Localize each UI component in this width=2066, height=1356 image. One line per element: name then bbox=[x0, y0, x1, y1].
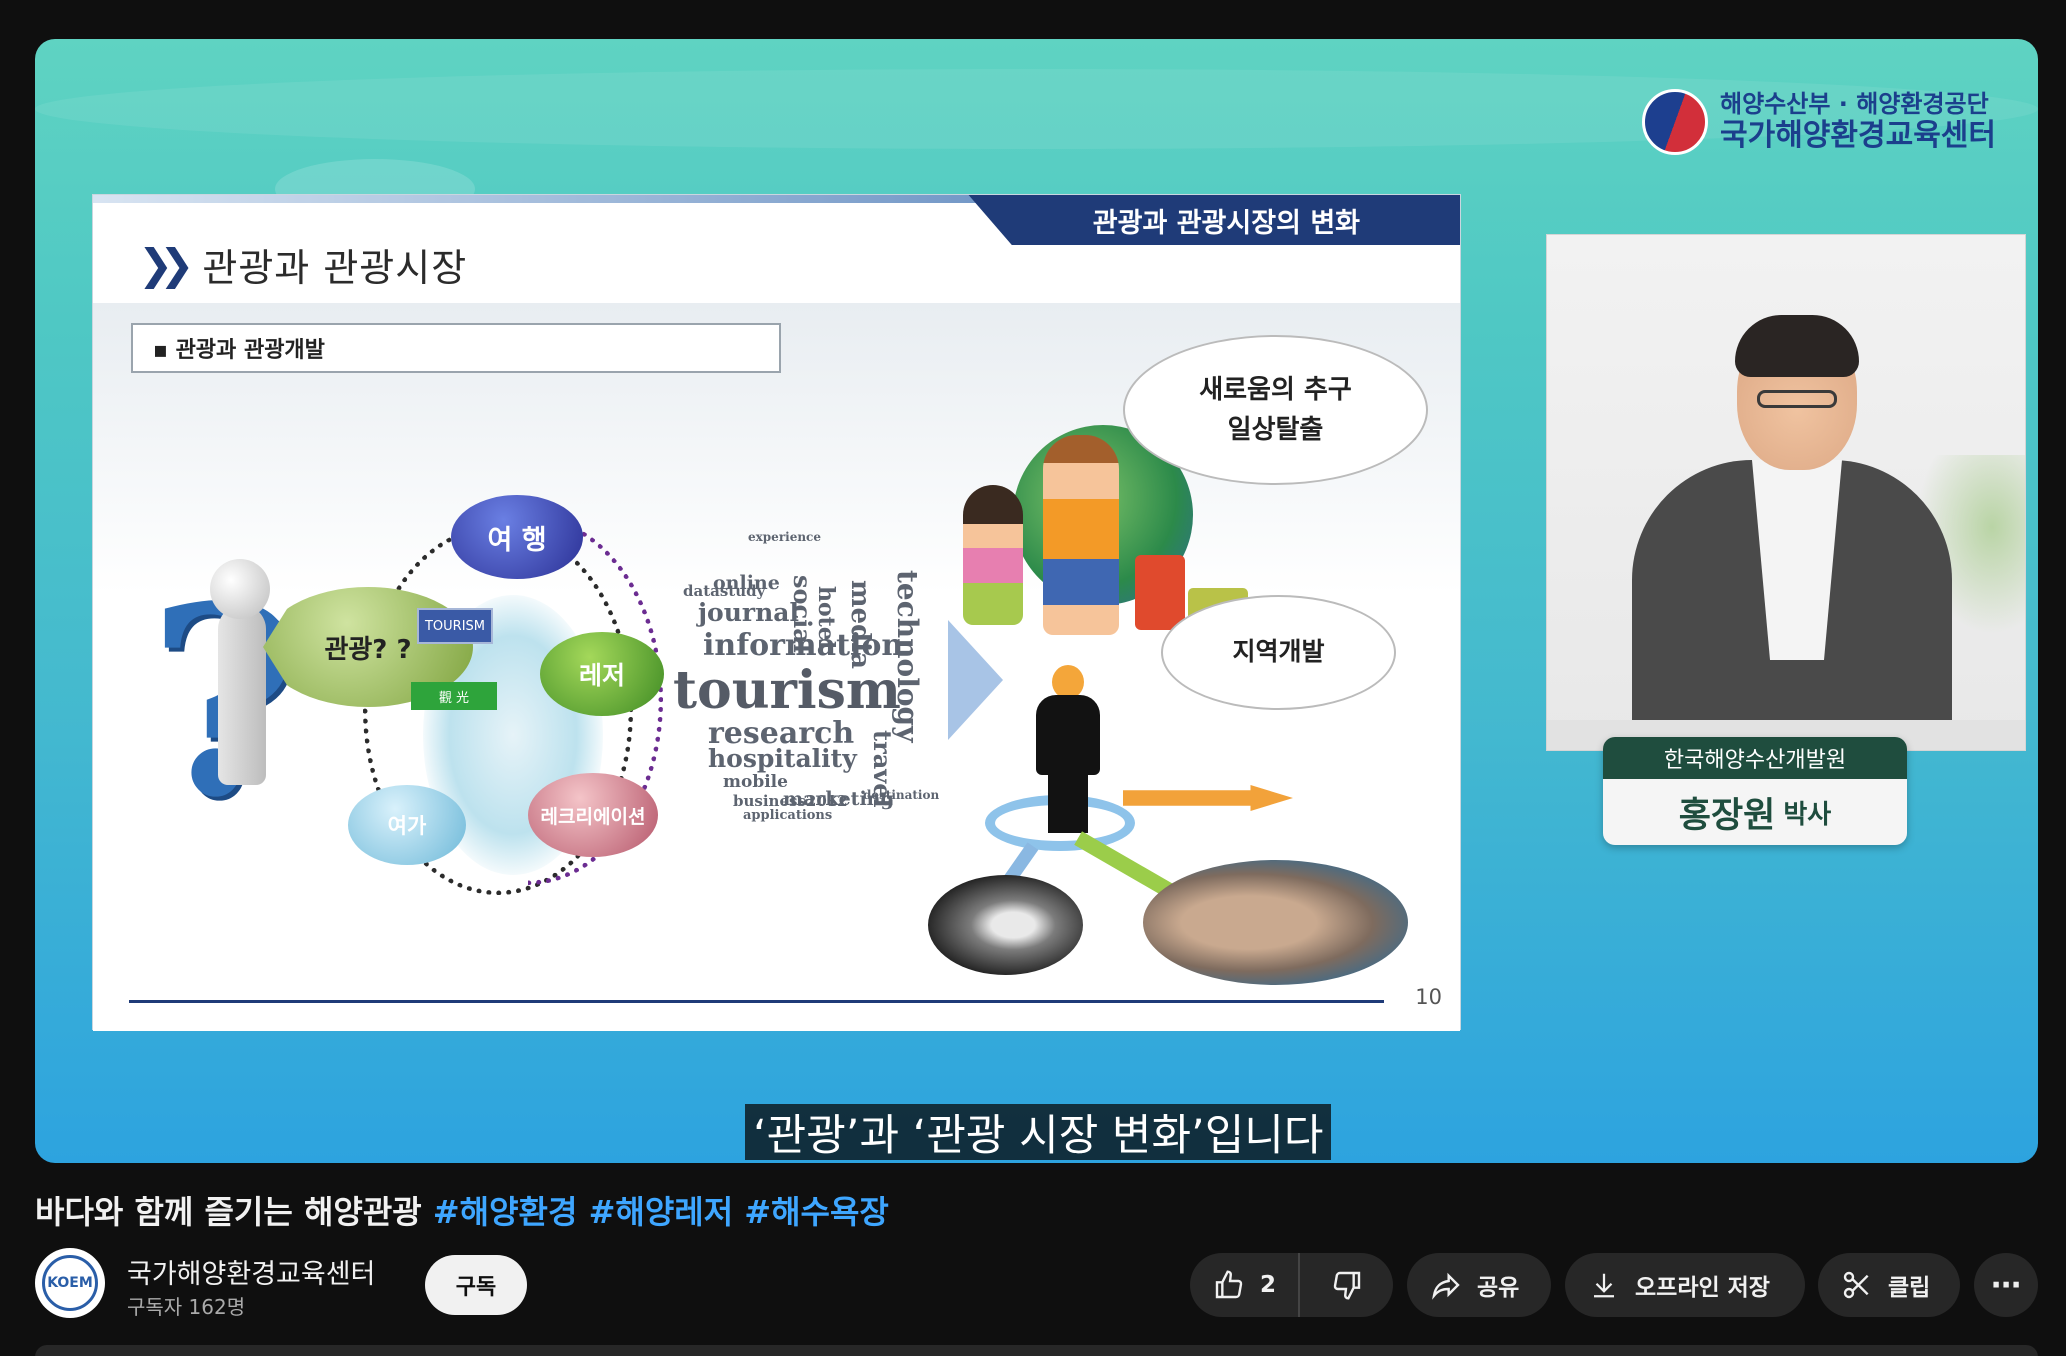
tag-tourism: TOURISM bbox=[417, 608, 493, 644]
channel-avatar-text: KOEM bbox=[42, 1255, 98, 1311]
subtitle-caption: ‘관광’과 ‘관광 시장 변화’입니다 bbox=[745, 1104, 1332, 1161]
download-label: 오프라인 저장 bbox=[1635, 1275, 1770, 1301]
slide-title: 관광과 관광시장 bbox=[202, 246, 468, 290]
video-player[interactable]: 해양수산부 · 해양환경공단 국가해양환경교육센터 관광과 관광시장의 변화 ❯… bbox=[35, 39, 2038, 1163]
lecture-slide: 관광과 관광시장의 변화 ❯❯ 관광과 관광시장 ▪ 관광과 관광개발 ? 관광… bbox=[92, 194, 1461, 1031]
word-cloud-word: tourism bbox=[673, 660, 901, 721]
clip-label: 클립 bbox=[1888, 1275, 1931, 1301]
download-button[interactable]: 오프라인 저장 bbox=[1565, 1253, 1805, 1317]
concept-free-time: 여가 bbox=[348, 785, 466, 865]
slide-tab-title: 관광과 관광시장의 변화 bbox=[968, 195, 1460, 245]
word-cloud-word: media bbox=[845, 580, 875, 669]
presenter-name: 홍장원 bbox=[1678, 795, 1776, 836]
word-cloud-word: journal bbox=[698, 598, 799, 627]
coast-photo bbox=[928, 875, 1083, 975]
presenter-title: 박사 bbox=[1783, 799, 1832, 830]
subscriber-count: 구독자 162명 bbox=[127, 1295, 246, 1319]
presenter-video bbox=[1546, 234, 2026, 751]
sponsor-line1: 해양수산부 · 해양환경공단 bbox=[1720, 89, 1989, 118]
dislike-button[interactable] bbox=[1300, 1253, 1393, 1317]
double-chevron-icon: ❯❯ bbox=[138, 240, 195, 289]
speech-bubble-novelty: 새로움의 추구 일상탈출 bbox=[1123, 335, 1428, 485]
share-arrow-icon bbox=[1429, 1268, 1463, 1302]
businessman-illustration bbox=[1028, 665, 1108, 835]
word-cloud-word: destination bbox=[863, 788, 940, 802]
thumbs-down-icon bbox=[1330, 1268, 1364, 1302]
thumbs-up-icon bbox=[1212, 1268, 1246, 1302]
boy-tourist-illustration bbox=[1043, 435, 1119, 635]
like-button[interactable]: 2 bbox=[1190, 1253, 1300, 1317]
description-panel-edge bbox=[35, 1345, 2038, 1356]
word-cloud: tourism information research hospitality… bbox=[613, 530, 953, 823]
share-label: 공유 bbox=[1477, 1275, 1520, 1301]
presenter-org: 한국해양수산개발원 bbox=[1603, 737, 1907, 779]
sponsor-line2: 국가해양환경교육센터 bbox=[1720, 117, 1996, 153]
government-emblem-icon bbox=[1642, 89, 1708, 155]
channel-name[interactable]: 국가해양환경교육센터 bbox=[127, 1252, 375, 1291]
scissors-icon bbox=[1840, 1268, 1874, 1302]
more-horizontal-icon: ⋯ bbox=[1991, 1267, 2021, 1303]
concept-travel: 여 행 bbox=[451, 495, 583, 579]
word-cloud-word: datastudy bbox=[683, 582, 766, 600]
word-cloud-word: experience bbox=[748, 530, 821, 544]
suitcase-icon bbox=[1135, 555, 1185, 630]
word-cloud-word: applications bbox=[743, 808, 833, 823]
slide-page-number: 10 bbox=[1415, 985, 1442, 1009]
sponsor-logo: 해양수산부 · 해양환경공단 국가해양환경교육센터 bbox=[1642, 87, 1996, 157]
girl-tourist-illustration bbox=[963, 485, 1023, 625]
speech-line: 일상탈출 bbox=[1227, 415, 1324, 445]
channel-avatar[interactable]: KOEM bbox=[35, 1248, 105, 1318]
word-cloud-word: mobile bbox=[723, 772, 788, 792]
presenter-nameplate: 한국해양수산개발원 홍장원 박사 bbox=[1603, 737, 1907, 845]
video-title-text: 바다와 함께 즐기는 해양관광 bbox=[35, 1193, 422, 1231]
like-dislike-group: 2 bbox=[1190, 1253, 1393, 1317]
share-button[interactable]: 공유 bbox=[1407, 1253, 1551, 1317]
more-actions-button[interactable]: ⋯ bbox=[1974, 1253, 2038, 1317]
speech-line: 새로움의 추구 bbox=[1199, 374, 1352, 405]
speech-bubble-development: 지역개발 bbox=[1161, 595, 1396, 710]
subscribe-button[interactable]: 구독 bbox=[425, 1255, 527, 1315]
thinking-figure-icon bbox=[210, 559, 270, 785]
download-icon bbox=[1587, 1268, 1621, 1302]
tag-gwan: 觀 光 bbox=[411, 682, 497, 710]
word-cloud-word: technology bbox=[891, 570, 924, 743]
word-cloud-word: hospitality bbox=[708, 744, 857, 773]
hashtag-link[interactable]: #해수욕장 bbox=[744, 1193, 889, 1231]
video-title: 바다와 함께 즐기는 해양관광 #해양환경 #해양레저 #해수욕장 bbox=[35, 1187, 889, 1233]
hashtag-link[interactable]: #해양환경 bbox=[433, 1193, 578, 1231]
slide-subtitle: ▪ 관광과 관광개발 bbox=[131, 323, 781, 373]
hashtag-link[interactable]: #해양레저 bbox=[589, 1193, 734, 1231]
like-count: 2 bbox=[1260, 1272, 1277, 1298]
clip-button[interactable]: 클립 bbox=[1818, 1253, 1960, 1317]
city-aerial-photo bbox=[1143, 860, 1408, 985]
word-cloud-word: hotel bbox=[813, 586, 839, 650]
arrow-right-icon bbox=[948, 620, 1003, 740]
